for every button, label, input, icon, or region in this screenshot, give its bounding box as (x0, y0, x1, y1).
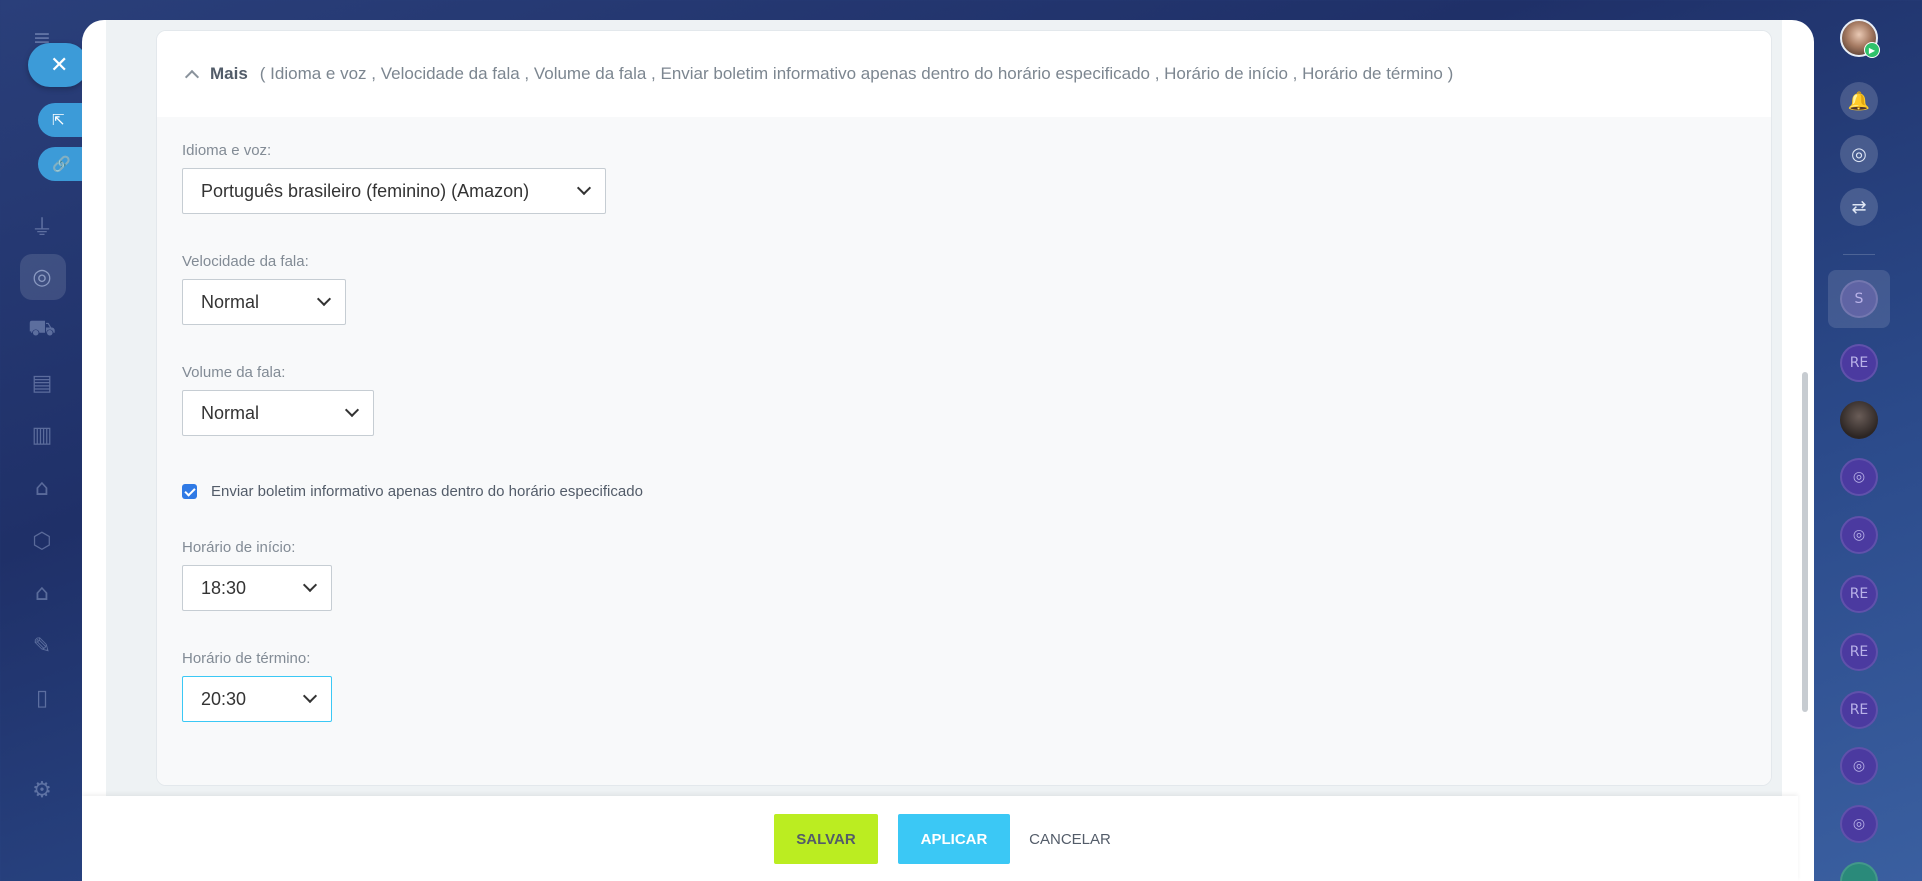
chat-avatar[interactable]: RE (1840, 575, 1878, 613)
volume-value: Normal (201, 402, 260, 423)
language-select[interactable]: Português brasileiro (feminino) (Amazon) (182, 168, 606, 214)
bell-icon[interactable]: 🔔 (1840, 82, 1878, 120)
chat-avatar[interactable]: RE (1840, 633, 1878, 671)
more-section-body: Idioma e voz: Português brasileiro (femi… (157, 117, 1771, 785)
footer-button-bar: SALVAR APLICAR CANCELAR (82, 796, 1798, 881)
cart-icon[interactable]: ⛟ (26, 314, 58, 346)
language-value: Português brasileiro (feminino) (Amazon) (201, 180, 530, 201)
chevron-down-icon (302, 577, 318, 593)
start-time-select[interactable]: 18:30 (182, 565, 332, 611)
right-sidebar-divider (1843, 254, 1875, 255)
bar-chart-icon[interactable]: ▥ (26, 419, 58, 451)
chevron-down-icon (344, 402, 360, 418)
chat-search-icon[interactable]: ⇄ (1840, 188, 1878, 226)
chat-channel-icon[interactable]: ◎ (1840, 747, 1878, 785)
warehouse-icon[interactable]: ⌂ (26, 577, 58, 609)
external-link-icon: ⇱ (52, 111, 65, 129)
contact-card-icon[interactable]: ▤ (26, 367, 58, 399)
language-label: Idioma e voz: (182, 142, 272, 159)
online-status-icon: ▶ (1864, 42, 1880, 58)
speed-value: Normal (201, 291, 260, 312)
chat-avatar-photo[interactable] (1840, 401, 1878, 439)
section-summary: ( Idioma e voz , Velocidade da fala , Vo… (259, 64, 1454, 83)
section-title[interactable]: Mais (210, 64, 248, 84)
only-in-hours-row[interactable]: Enviar boletim informativo apenas dentro… (182, 483, 643, 500)
pen-icon[interactable]: ✎ (26, 630, 58, 662)
target-icon[interactable]: ◎ (26, 261, 58, 293)
chat-channel-icon[interactable]: ◎ (1840, 805, 1878, 843)
only-in-hours-label[interactable]: Enviar boletim informativo apenas dentro… (211, 483, 643, 500)
robot-icon[interactable]: ⌂ (26, 472, 58, 504)
funnel-icon[interactable]: ⏚ (26, 210, 58, 242)
panel-scrollbar[interactable] (1802, 372, 1808, 712)
panel-content-area: Mais ( Idioma e voz , Velocidade da fala… (106, 20, 1782, 796)
save-button[interactable]: SALVAR (774, 814, 878, 864)
start-time-label: Horário de início: (182, 539, 296, 556)
close-icon: ✕ (50, 52, 69, 78)
end-time-label: Horário de término: (182, 650, 311, 667)
volume-label: Volume da fala: (182, 364, 286, 381)
chat-avatar[interactable]: S (1840, 280, 1878, 318)
chat-channel-icon[interactable]: ◎ (1840, 458, 1878, 496)
speed-label: Velocidade da fala: (182, 253, 309, 270)
chevron-down-icon (316, 291, 332, 307)
link-icon: 🔗 (52, 155, 71, 173)
document-icon[interactable]: ▯ (26, 682, 58, 714)
end-time-select[interactable]: 20:30 (182, 676, 332, 722)
volume-select[interactable]: Normal (182, 390, 374, 436)
left-sidebar: ≡ ✕ ⇱ 🔗 ⏚ ◎ ⛟ ▤ ▥ ⌂ ⬡ ⌂ ✎ ▯ ⚙ (0, 0, 88, 881)
chat-avatar[interactable]: RE (1840, 344, 1878, 382)
start-time-value: 18:30 (201, 577, 247, 598)
end-time-value: 20:30 (201, 688, 247, 709)
cancel-button[interactable]: CANCELAR (1020, 814, 1120, 864)
copy-link-button[interactable]: 🔗 (38, 147, 86, 181)
chevron-down-icon (302, 688, 318, 704)
more-settings-card: Mais ( Idioma e voz , Velocidade da fala… (156, 30, 1772, 786)
gear-icon[interactable]: ⚙ (26, 774, 58, 806)
open-in-new-window-button[interactable]: ⇱ (38, 103, 86, 137)
apply-button[interactable]: APLICAR (898, 814, 1010, 864)
settings-panel: Mais ( Idioma e voz , Velocidade da fala… (82, 20, 1814, 881)
chevron-up-icon[interactable] (184, 69, 200, 85)
chat-avatar[interactable]: RE (1840, 691, 1878, 729)
chat-channel-icon[interactable]: ◎ (1840, 516, 1878, 554)
target-icon[interactable]: ◎ (1840, 135, 1878, 173)
box-icon[interactable]: ⬡ (26, 525, 58, 557)
more-section-header[interactable]: Mais ( Idioma e voz , Velocidade da fala… (157, 31, 1771, 117)
close-slider-button[interactable]: ✕ (28, 43, 88, 87)
only-in-hours-checkbox[interactable] (182, 484, 197, 499)
speed-select[interactable]: Normal (182, 279, 346, 325)
chevron-down-icon (576, 180, 592, 196)
